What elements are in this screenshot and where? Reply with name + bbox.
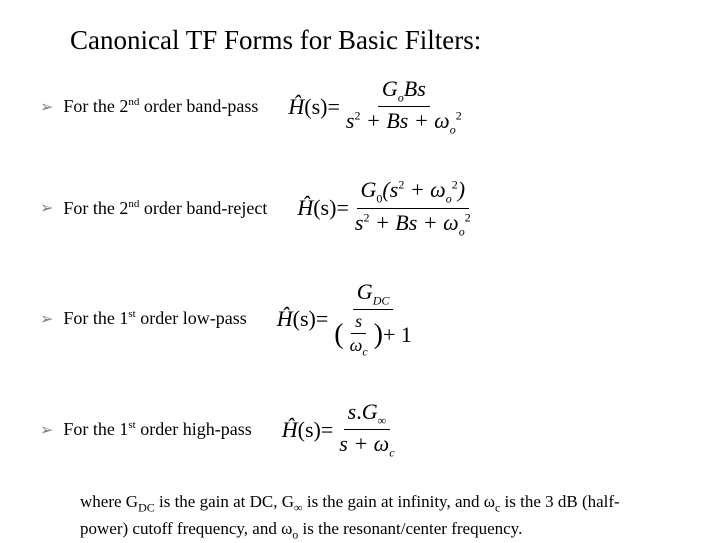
equation-bandpass: Ĥ(s) = GoBs s2 + Bs + ωo2 — [258, 76, 690, 137]
footnote: where GDC is the gain at DC, G∞ is the g… — [80, 490, 660, 542]
chevron-right-icon: ➢ — [40, 198, 53, 218]
slide: Canonical TF Forms for Basic Filters: ➢ … — [0, 0, 720, 540]
equation-highpass: Ĥ(s) = s.G∞ s + ωc — [252, 399, 690, 460]
chevron-right-icon: ➢ — [40, 309, 53, 329]
bullet-label: For the 1st order low-pass — [63, 308, 246, 329]
equation-bandreject: Ĥ(s) = G0(s2 + ωo2) s2 + Bs + ωo2 — [267, 177, 690, 238]
slide-title: Canonical TF Forms for Basic Filters: — [70, 25, 690, 56]
bullet-bandreject: ➢ For the 2nd order band-reject Ĥ(s) = G… — [30, 177, 690, 238]
bullet-label: For the 2nd order band-reject — [63, 198, 267, 219]
bullet-label: For the 1st order high-pass — [63, 419, 251, 440]
bullet-bandpass: ➢ For the 2nd order band-pass Ĥ(s) = GoB… — [30, 76, 690, 137]
chevron-right-icon: ➢ — [40, 97, 53, 117]
bullet-lowpass: ➢ For the 1st order low-pass Ĥ(s) = GDC … — [30, 279, 690, 359]
bullet-highpass: ➢ For the 1st order high-pass Ĥ(s) = s.G… — [30, 399, 690, 460]
chevron-right-icon: ➢ — [40, 420, 53, 440]
bullet-label: For the 2nd order band-pass — [63, 96, 258, 117]
equation-lowpass: Ĥ(s) = GDC ( s ωc ) + 1 — [247, 279, 690, 359]
